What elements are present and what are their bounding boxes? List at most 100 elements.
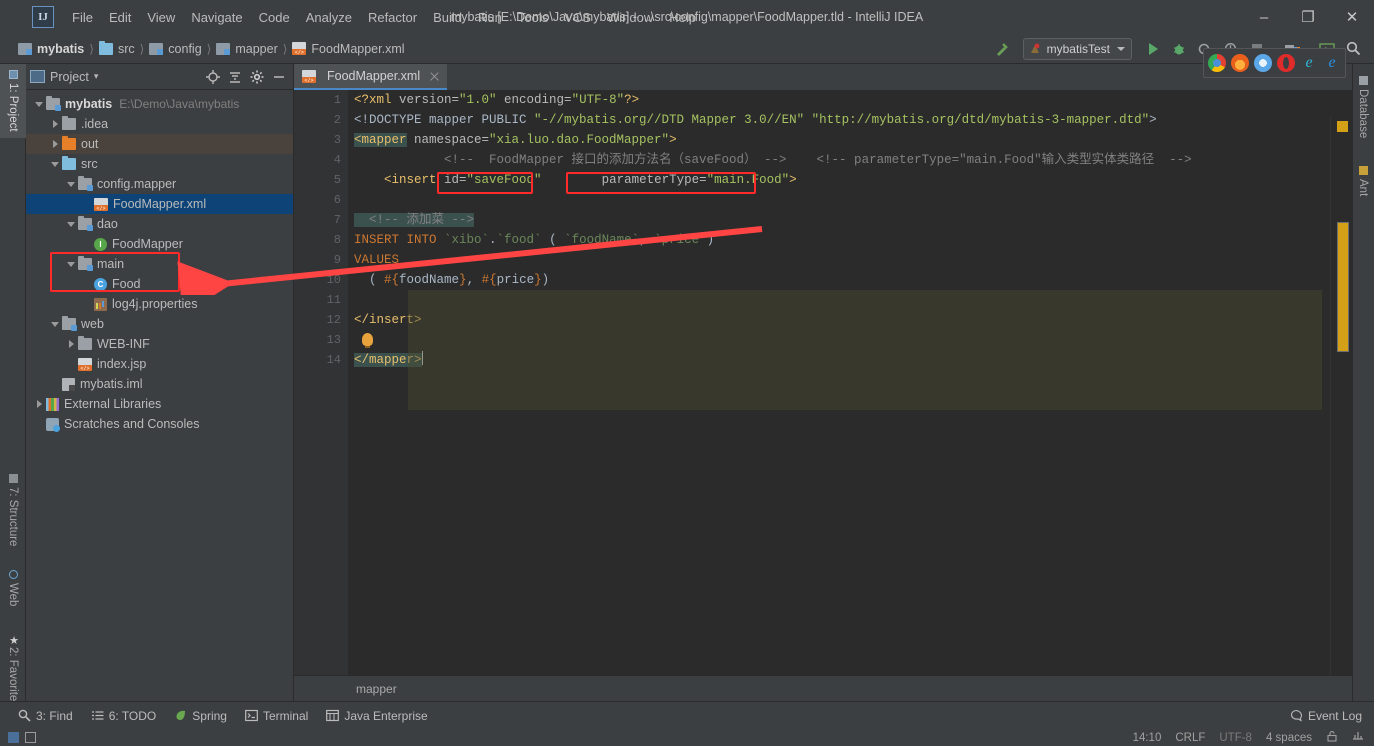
bottom-tab-find[interactable]: 3: Find [18,709,73,723]
sidebar-item-ant[interactable]: Ant [1352,160,1374,208]
line-number: 6 [333,193,341,207]
menu-tools[interactable]: Tools [510,7,556,28]
event-log-button[interactable]: Event Log [1290,709,1362,723]
firefox-icon[interactable] [1231,54,1249,72]
settings-gear-icon[interactable] [247,67,267,87]
tree-item-idea[interactable]: .idea [26,114,293,134]
chevron-down-icon[interactable]: ▾ [94,71,99,82]
opera-icon[interactable] [1277,54,1295,72]
jsp-file-icon [78,357,92,372]
status-layout-icon[interactable] [8,732,19,743]
tree-item-mybatis[interactable]: mybatis E:\Demo\Java\mybatis [26,94,293,114]
bottom-tab-spring[interactable]: Spring [174,709,227,723]
unlocked-icon[interactable] [1326,730,1338,745]
sidebar-item-database[interactable]: Database [1352,70,1374,148]
collapse-all-icon[interactable] [225,67,245,87]
tree-item-dao[interactable]: dao [26,214,293,234]
menu-refactor[interactable]: Refactor [360,7,425,28]
tree-expand-arrow[interactable] [32,101,46,107]
tree-item-foodmapper-xml[interactable]: FoodMapper.xml [26,194,293,214]
safari-icon[interactable] [1254,54,1272,72]
sidebar-item-project[interactable]: 1: Project [0,64,26,138]
locate-icon[interactable] [203,67,223,87]
tree-item-log4j-properties[interactable]: log4j.properties [26,294,293,314]
tree-item-src[interactable]: src [26,154,293,174]
breadcrumb-label: mybatis [37,41,85,56]
tree-item-external-libraries[interactable]: External Libraries [26,394,293,414]
file-encoding[interactable]: UTF-8 [1219,732,1252,744]
tree-expand-arrow[interactable] [48,120,62,128]
tree-item-mybatis-iml[interactable]: mybatis.iml [26,374,293,394]
tree-expand-arrow[interactable] [64,340,78,348]
tree-item-main[interactable]: main [26,254,293,274]
tree-expand-arrow[interactable] [64,181,78,187]
maximize-button[interactable]: ❐ [1286,0,1330,34]
tree-expand-arrow[interactable] [64,221,78,227]
project-tool-window: Project ▾ mybatis E:\Demo\Java\mybatis .id… [26,64,294,701]
menu-help[interactable]: Help [661,7,704,28]
menu-code[interactable]: Code [251,7,298,28]
breadcrumb-item-config[interactable]: config [149,42,202,56]
status-window-icon[interactable] [25,732,36,743]
editor-scrollbar-thumb[interactable] [1337,222,1349,352]
tree-expand-arrow[interactable] [32,400,46,408]
menu-file[interactable]: File [64,7,101,28]
tree-item-scratches-and-consoles[interactable]: Scratches and Consoles [26,414,293,434]
menu-edit[interactable]: Edit [101,7,139,28]
tree-item-index-jsp[interactable]: index.jsp [26,354,293,374]
close-button[interactable]: ✕ [1330,0,1374,34]
search-icon [18,709,31,722]
run-icon[interactable] [1140,37,1166,61]
menu-navigate[interactable]: Navigate [183,7,250,28]
editor-breadcrumb-bar[interactable]: mapper [294,675,1352,701]
tree-item-web[interactable]: web [26,314,293,334]
caret-position[interactable]: 14:10 [1133,732,1162,744]
code-line-3: <mapper namespace="xia.luo.dao.FoodMappe… [354,133,677,147]
scratches-icon [46,417,60,432]
bottom-tab-terminal[interactable]: Terminal [245,709,308,723]
tree-item-food[interactable]: C Food [26,274,293,294]
tree-item-out[interactable]: out [26,134,293,154]
bottom-tab-todo[interactable]: 6: TODO [91,709,156,723]
run-configuration-selector[interactable]: mybatisTest [1022,37,1132,60]
menu-vcs[interactable]: VCS [556,7,599,28]
tree-expand-arrow[interactable] [48,161,62,167]
menu-build[interactable]: Build [425,7,470,28]
minimize-button[interactable]: – [1242,0,1286,34]
tree-item-foodmapper[interactable]: I FoodMapper [26,234,293,254]
bottom-tab-java-enterprise[interactable]: Java Enterprise [326,709,428,723]
chrome-icon[interactable] [1208,54,1226,72]
edge-icon[interactable]: e [1323,54,1341,72]
hammer-icon[interactable] [989,37,1015,61]
editor-marker-strip[interactable] [1330,116,1352,701]
menu-view[interactable]: View [139,7,183,28]
indent-setting[interactable]: 4 spaces [1266,732,1312,744]
close-icon[interactable] [428,70,441,83]
sidebar-item-structure[interactable]: 7: Structure [0,468,26,558]
tree-expand-arrow[interactable] [64,261,78,267]
menu-run[interactable]: Run [470,7,510,28]
hide-icon[interactable] [269,67,289,87]
code-editor[interactable]: <?xml version="1.0" encoding="UTF-8"?> <… [348,90,1322,675]
sidebar-item-web[interactable]: Web [0,564,26,622]
tree-item-config-mapper[interactable]: config.mapper [26,174,293,194]
terminal-icon [245,709,258,722]
tree-expand-arrow[interactable] [48,140,62,148]
tree-item-web-inf[interactable]: WEB-INF [26,334,293,354]
editor-tab-foodmapper-xml[interactable]: FoodMapper.xml [294,64,448,90]
breadcrumb-item-src[interactable]: src [98,40,135,56]
breadcrumb-separator: ⟩ [282,41,288,56]
run-config-label: mybatisTest [1046,41,1110,56]
error-stripe-marker[interactable] [1337,121,1348,132]
debug-icon[interactable] [1166,37,1192,61]
breadcrumb-item-foodmapper-xml[interactable]: FoodMapper.xml [292,42,405,56]
tree-expand-arrow[interactable] [48,321,62,327]
inspections-icon[interactable] [1352,730,1364,745]
menu-window[interactable]: Window [599,7,661,28]
line-separator[interactable]: CRLF [1175,732,1205,744]
internet-explorer-icon[interactable]: e [1300,54,1318,72]
breadcrumb-item-mybatis[interactable]: mybatis [18,42,84,56]
intention-bulb-icon[interactable] [362,333,373,348]
menu-analyze[interactable]: Analyze [298,7,360,28]
breadcrumb-item-mapper[interactable]: mapper [216,42,278,56]
